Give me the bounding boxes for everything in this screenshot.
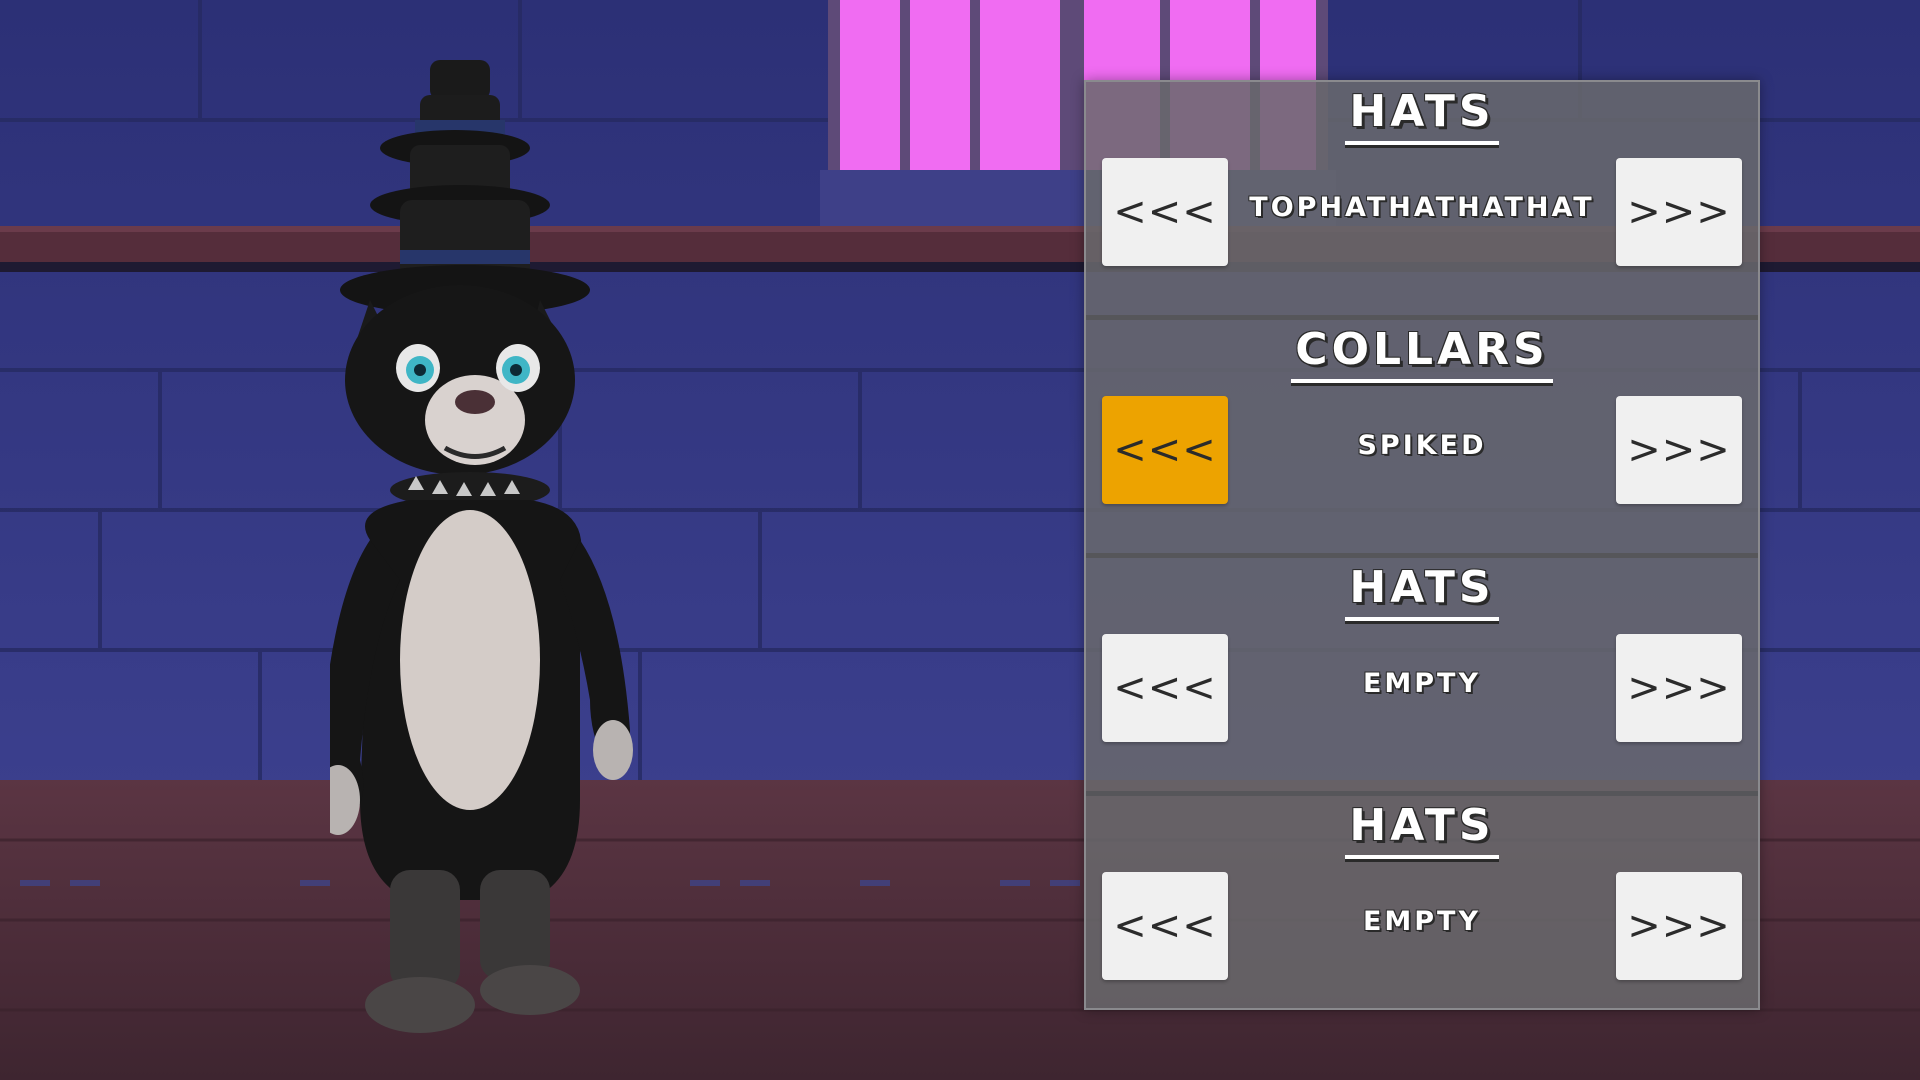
hats-3-next-button[interactable]: >>>: [1616, 872, 1742, 980]
customization-panel: HATS <<< TOPHATHATHATHAT >>> COLLARS <<<…: [1084, 80, 1760, 1010]
hats-section-3: HATS <<< EMPTY >>>: [1086, 796, 1758, 1034]
hats-selected-value: TOPHATHATHATHAT: [1249, 192, 1595, 223]
section-title: COLLARS: [1086, 324, 1758, 383]
hats-3-prev-button[interactable]: <<<: [1102, 872, 1228, 980]
hats-next-button[interactable]: >>>: [1616, 158, 1742, 266]
hats-3-selected-value: EMPTY: [1362, 906, 1482, 937]
collars-next-button[interactable]: >>>: [1616, 396, 1742, 504]
hats-section-1: HATS <<< TOPHATHATHATHAT >>>: [1086, 82, 1758, 320]
section-title: HATS: [1086, 800, 1758, 859]
section-title: HATS: [1086, 86, 1758, 145]
game-scene: HATS <<< TOPHATHATHATHAT >>> COLLARS <<<…: [0, 0, 1920, 1080]
section-title: HATS: [1086, 562, 1758, 621]
collars-prev-button[interactable]: <<<: [1102, 396, 1228, 504]
hats-2-prev-button[interactable]: <<<: [1102, 634, 1228, 742]
hats-2-selected-value: EMPTY: [1362, 668, 1482, 699]
character-model: [330, 60, 633, 1033]
collars-section: COLLARS <<< SPIKED >>>: [1086, 320, 1758, 558]
hats-section-2: HATS <<< EMPTY >>>: [1086, 558, 1758, 796]
hats-2-next-button[interactable]: >>>: [1616, 634, 1742, 742]
top-hat-stack-icon: [340, 60, 590, 315]
collars-selected-value: SPIKED: [1357, 430, 1487, 461]
hats-prev-button[interactable]: <<<: [1102, 158, 1228, 266]
